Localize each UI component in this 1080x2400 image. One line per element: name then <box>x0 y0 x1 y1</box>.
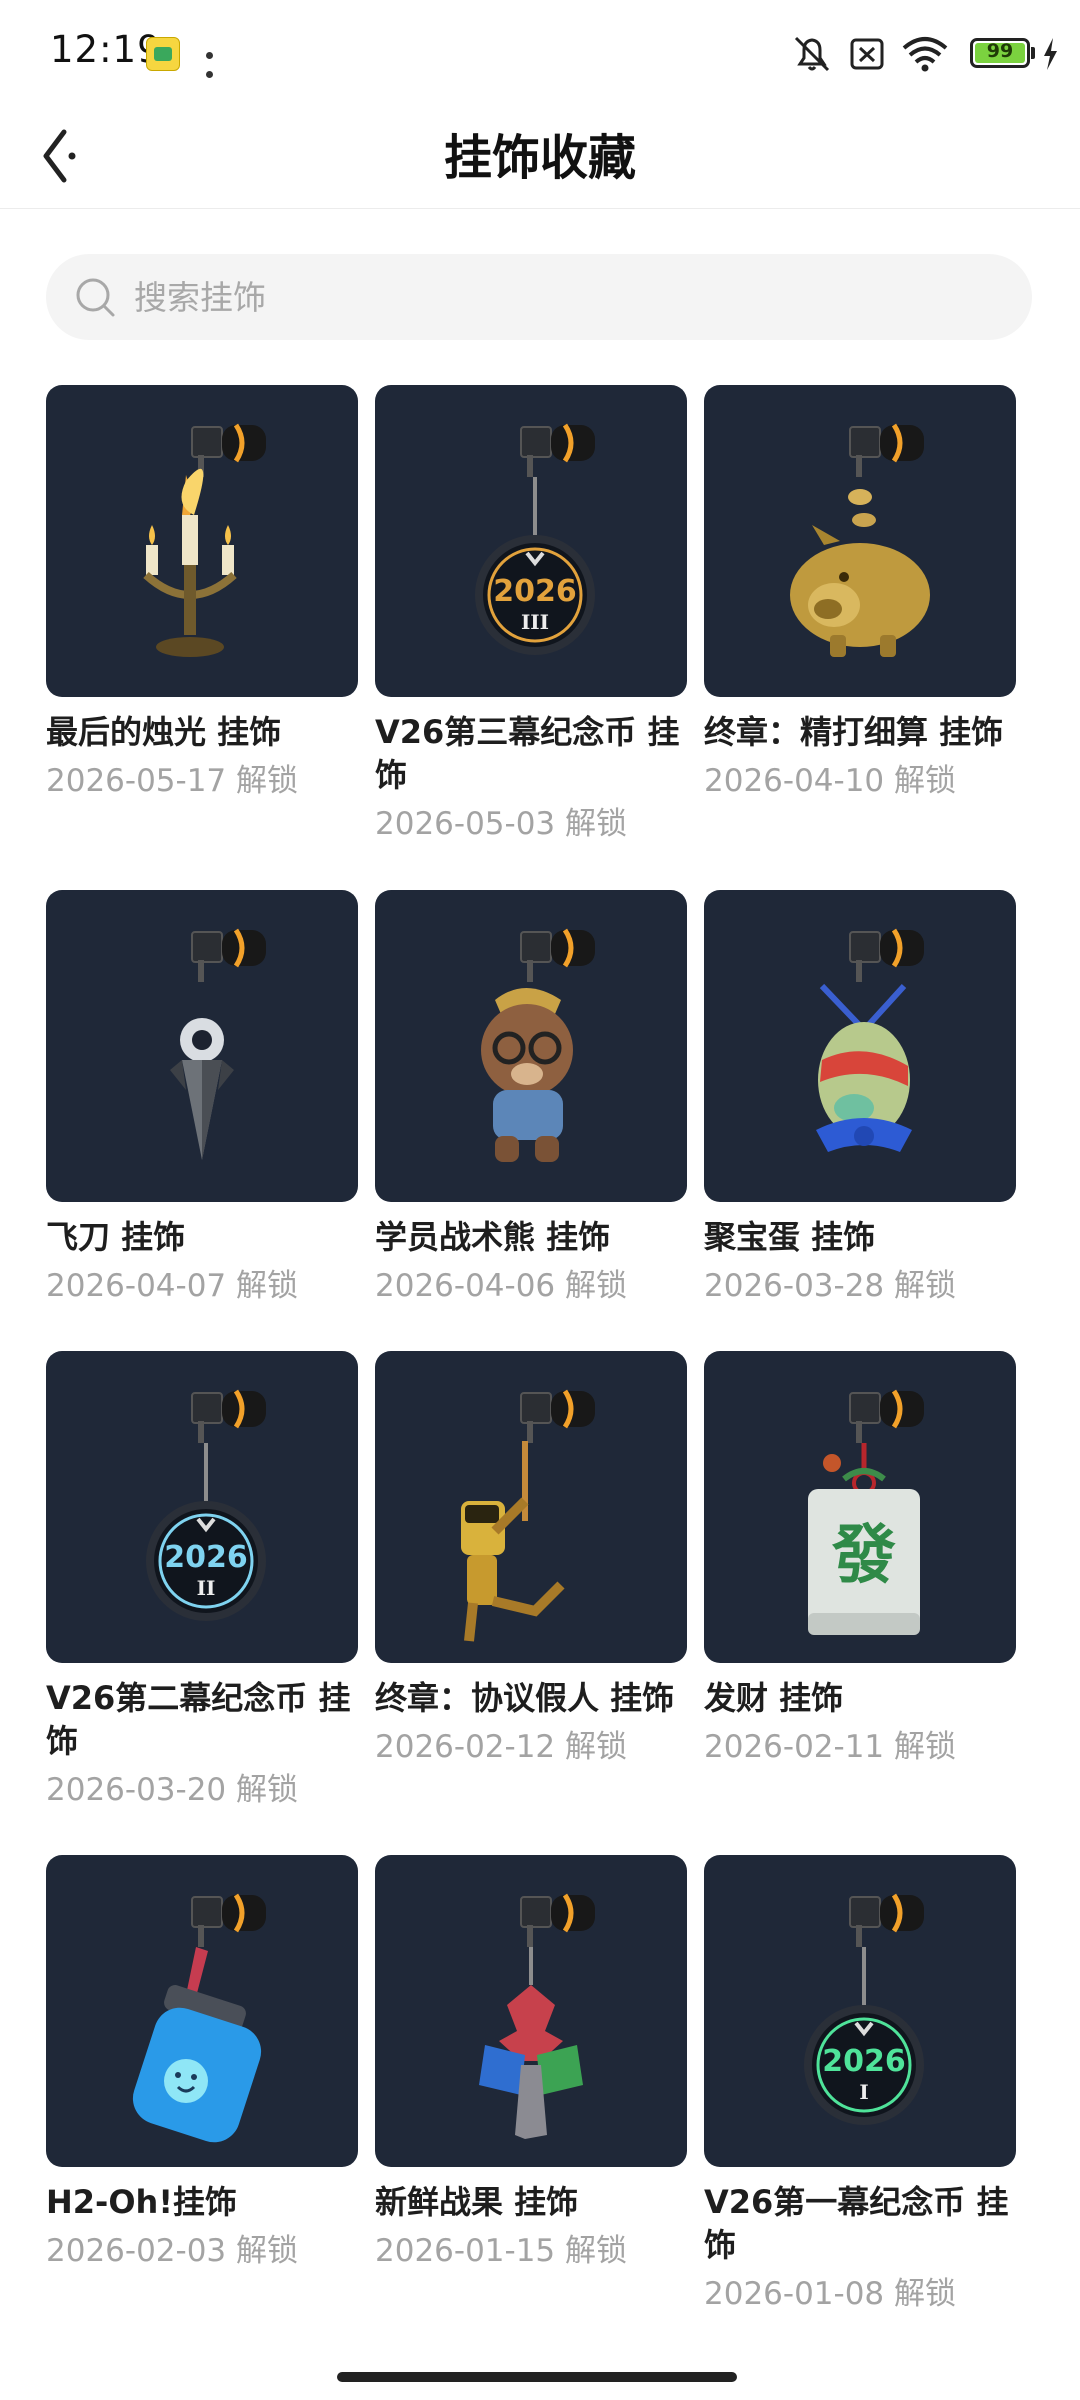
pendant-art <box>479 1893 595 2139</box>
svg-text:發: 發 <box>831 1518 896 1593</box>
pendant-title: H2-Oh!挂饰 <box>46 2183 237 2221</box>
pendant-art <box>170 928 266 1160</box>
svg-text:2026: 2026 <box>164 1540 248 1575</box>
status-bar: 12:19 99 <box>0 0 1080 108</box>
pendant-title: 终章：协议假人 挂饰 <box>375 1679 675 1717</box>
page-title: 挂饰收藏 <box>443 130 636 186</box>
pendant-art: 2026I <box>804 1893 924 2125</box>
pendant-art <box>461 1389 595 1642</box>
search-icon <box>76 278 115 317</box>
pendant-image[interactable] <box>375 1351 687 1663</box>
pendant-title: 最后的烛光 挂饰 <box>46 713 282 751</box>
pendant-image[interactable] <box>375 1855 687 2167</box>
pendant-title: V26第三幕纪念币 挂饰 <box>375 713 680 794</box>
home-indicator[interactable] <box>337 2372 737 2382</box>
pendant-card[interactable]: 2026 III V26第三幕纪念币 挂饰 2026-05-03 解锁 <box>375 385 687 846</box>
back-button[interactable] <box>30 118 110 198</box>
search-bar[interactable] <box>46 254 1032 340</box>
chevron-left-icon <box>43 129 76 183</box>
pendant-card[interactable]: 终章：协议假人 挂饰 2026-02-12 解锁 <box>375 1351 687 1769</box>
unlock-date: 2026-05-03 解锁 <box>375 806 628 842</box>
pendant-card[interactable]: 2026 II V26第二幕纪念币 挂饰 2026-03-20 解锁 <box>46 1351 358 1812</box>
pendant-title: 聚宝蛋 挂饰 <box>704 1218 876 1256</box>
unlock-date: 2026-03-28 解锁 <box>704 1268 957 1304</box>
svg-text:2026: 2026 <box>822 2044 906 2079</box>
svg-text:2026: 2026 <box>493 574 577 609</box>
search-input[interactable] <box>132 276 1002 318</box>
pendant-image[interactable] <box>704 385 1016 697</box>
pendant-art: 2026II <box>146 1389 266 1621</box>
pendant-card[interactable]: 学员战术熊 挂饰 2026-04-06 解锁 <box>375 890 687 1308</box>
more-dots-icon <box>206 44 230 78</box>
wifi-icon <box>902 37 948 72</box>
pendant-image[interactable] <box>46 890 358 1202</box>
pendant-title: 终章：精打细算 挂饰 <box>704 713 1004 751</box>
no-sim-icon <box>850 38 884 70</box>
pendant-image[interactable]: 2026 II <box>46 1351 358 1663</box>
pendant-image[interactable] <box>375 890 687 1202</box>
pendant-art <box>816 928 924 1152</box>
pendant-image[interactable]: 2026 I <box>704 1855 1016 2167</box>
battery-tip <box>1031 47 1035 59</box>
svg-text:II: II <box>197 1576 216 1600</box>
unlock-date: 2026-02-12 解锁 <box>375 1729 628 1765</box>
status-icons: 99 <box>794 34 1057 74</box>
pendant-title: 发财 挂饰 <box>704 1679 844 1717</box>
pendant-card[interactable]: 飞刀 挂饰 2026-04-07 解锁 <box>46 890 358 1308</box>
pendant-card[interactable]: 2026 I V26第一幕纪念币 挂饰 2026-01-08 解锁 <box>704 1855 1016 2316</box>
pendant-title: 飞刀 挂饰 <box>46 1218 186 1256</box>
unlock-date: 2026-04-06 解锁 <box>375 1268 628 1304</box>
pendant-card[interactable]: 最后的烛光 挂饰 2026-05-17 解锁 <box>46 385 358 803</box>
pendant-image[interactable] <box>704 890 1016 1202</box>
pendant-image[interactable] <box>46 1855 358 2167</box>
unlock-date: 2026-05-17 解锁 <box>46 763 299 799</box>
unlock-date: 2026-02-11 解锁 <box>704 1729 957 1765</box>
pendant-art <box>143 423 266 657</box>
pendant-art <box>481 928 595 1162</box>
pendant-art: 發 <box>808 1389 924 1635</box>
unlock-date: 2026-03-20 解锁 <box>46 1772 299 1808</box>
pendant-card[interactable]: 發发财 挂饰 2026-02-11 解锁 <box>704 1351 1016 1769</box>
pendant-art <box>132 1893 266 2143</box>
pendant-card[interactable]: 新鲜战果 挂饰 2026-01-15 解锁 <box>375 1855 687 2273</box>
charging-icon <box>1044 38 1057 70</box>
pendant-title: V26第一幕纪念币 挂饰 <box>704 2183 1009 2264</box>
app-notification-icon <box>146 37 180 71</box>
unlock-date: 2026-04-10 解锁 <box>704 763 957 799</box>
pendant-title: 学员战术熊 挂饰 <box>375 1218 611 1256</box>
pendant-card[interactable]: 聚宝蛋 挂饰 2026-03-28 解锁 <box>704 890 1016 1308</box>
pendant-title: V26第二幕纪念币 挂饰 <box>46 1679 351 1760</box>
svg-text:I: I <box>859 2080 868 2104</box>
battery-level: 99 <box>986 40 1014 62</box>
header: 挂饰收藏 <box>0 108 1080 209</box>
pendant-image[interactable]: 發 <box>704 1351 1016 1663</box>
pendant-title: 新鲜战果 挂饰 <box>375 2183 579 2221</box>
battery-icon: 99 <box>970 38 1030 68</box>
unlock-date: 2026-01-08 解锁 <box>704 2276 957 2312</box>
status-time: 12:19 <box>50 28 162 71</box>
unlock-date: 2026-01-15 解锁 <box>375 2233 628 2269</box>
pendant-card[interactable]: H2-Oh!挂饰 2026-02-03 解锁 <box>46 1855 358 2273</box>
unlock-date: 2026-04-07 解锁 <box>46 1268 299 1304</box>
pendant-card[interactable]: 终章：精打细算 挂饰 2026-04-10 解锁 <box>704 385 1016 803</box>
pendant-art <box>790 423 930 657</box>
pendant-art: 2026III <box>475 423 595 655</box>
svg-text:III: III <box>521 610 549 634</box>
pendant-image[interactable] <box>46 385 358 697</box>
unlock-date: 2026-02-03 解锁 <box>46 2233 299 2269</box>
pendant-image[interactable]: 2026 III <box>375 385 687 697</box>
mute-icon <box>794 36 830 72</box>
